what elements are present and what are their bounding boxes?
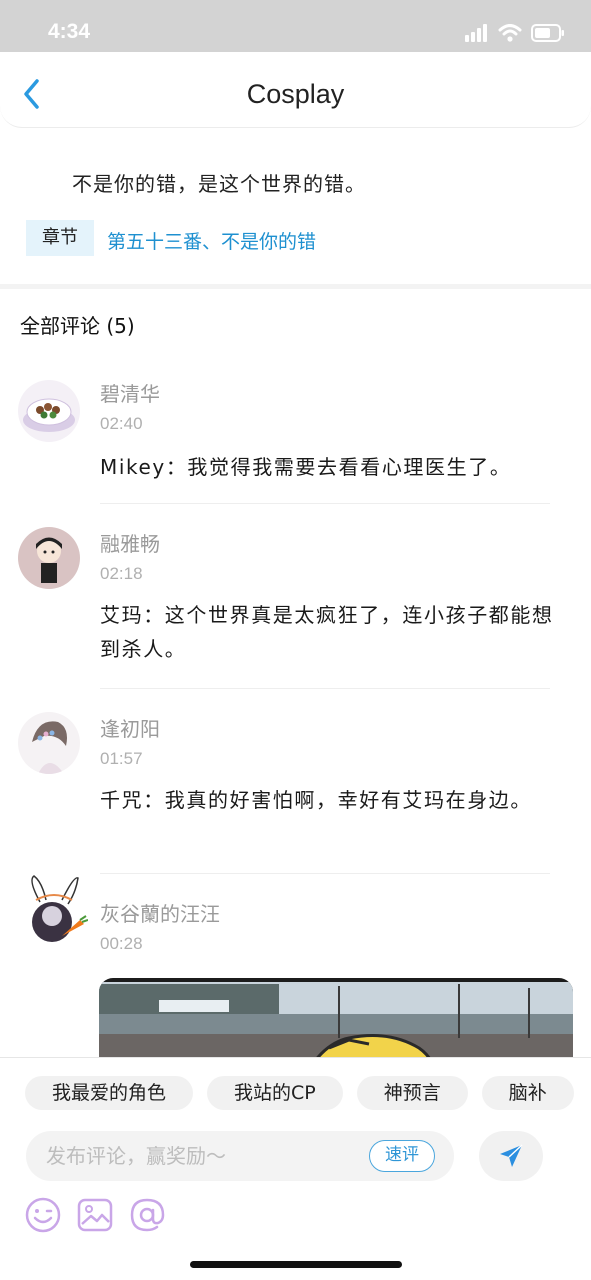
emoji-icon xyxy=(25,1197,61,1233)
image-icon xyxy=(77,1198,113,1232)
quick-review-button[interactable]: 速评 xyxy=(369,1140,435,1172)
quick-tag[interactable]: 神预言 xyxy=(356,1076,468,1110)
comment-user-name[interactable]: 灰谷蘭的汪汪 xyxy=(100,898,220,927)
avatar-image xyxy=(31,875,88,942)
avatar[interactable] xyxy=(18,380,80,442)
post-quote: 不是你的错，是这个世界的错。 xyxy=(72,172,366,196)
comment-divider xyxy=(100,503,550,504)
send-button[interactable] xyxy=(479,1131,543,1181)
battery-icon xyxy=(531,24,564,42)
chapter-tag: 章节 xyxy=(26,220,94,256)
avatar-image xyxy=(36,537,62,583)
comment-user-name[interactable]: 逢初阳 xyxy=(100,713,160,742)
avatar-image xyxy=(23,398,75,432)
comment-text: 千咒：我真的好害怕啊，幸好有艾玛在身边。 xyxy=(100,788,532,812)
mention-icon xyxy=(130,1198,165,1232)
signal-icon xyxy=(465,24,487,42)
avatar[interactable] xyxy=(18,527,80,589)
comment-user-name[interactable]: 碧清华 xyxy=(100,378,160,407)
emoji-button[interactable] xyxy=(24,1196,62,1234)
status-time: 4:34 xyxy=(48,20,91,43)
comments-header: 全部评论 (5) xyxy=(20,314,135,338)
comment-text: 艾玛：这个世界真是太疯狂了，连小孩子都能想到杀人。 xyxy=(100,603,554,661)
home-indicator xyxy=(190,1261,402,1268)
comment-composer: 我最爱的角色我站的CP 神预言脑补 速评 xyxy=(0,1057,591,1280)
quick-tag[interactable]: 脑补 xyxy=(481,1076,574,1110)
page-title: Cosplay xyxy=(246,79,345,109)
comment-divider xyxy=(100,688,550,689)
quick-tag[interactable]: 我站的CP xyxy=(207,1076,343,1110)
avatar[interactable] xyxy=(18,875,88,959)
comment-time: 00:28 xyxy=(100,934,143,953)
avatar[interactable] xyxy=(18,712,80,774)
comment-user-name[interactable]: 融雅畅 xyxy=(100,528,160,557)
comment-time: 01:57 xyxy=(100,749,143,768)
send-icon xyxy=(500,1144,523,1167)
status-icons xyxy=(465,24,565,42)
avatar-image xyxy=(32,721,67,774)
quick-tag[interactable]: 我最爱的角色 xyxy=(25,1076,194,1110)
comment-text: Mikey：我觉得我需要去看看心理医生了。 xyxy=(100,455,512,479)
comment-time: 02:18 xyxy=(100,564,143,583)
chapter-link[interactable]: 第五十三番、不是你的错 xyxy=(107,227,316,254)
comment-divider xyxy=(100,873,550,874)
mention-button[interactable] xyxy=(128,1196,166,1234)
nav-bar: Cosplay xyxy=(0,52,591,128)
status-bar: 4:34 xyxy=(0,0,591,52)
quick-tags: 我最爱的角色 我站的CP 神预言 脑补 xyxy=(25,1076,591,1112)
section-divider xyxy=(0,284,591,289)
image-button[interactable] xyxy=(76,1196,114,1234)
comment-time: 02:40 xyxy=(100,414,143,433)
wifi-icon xyxy=(498,24,522,42)
